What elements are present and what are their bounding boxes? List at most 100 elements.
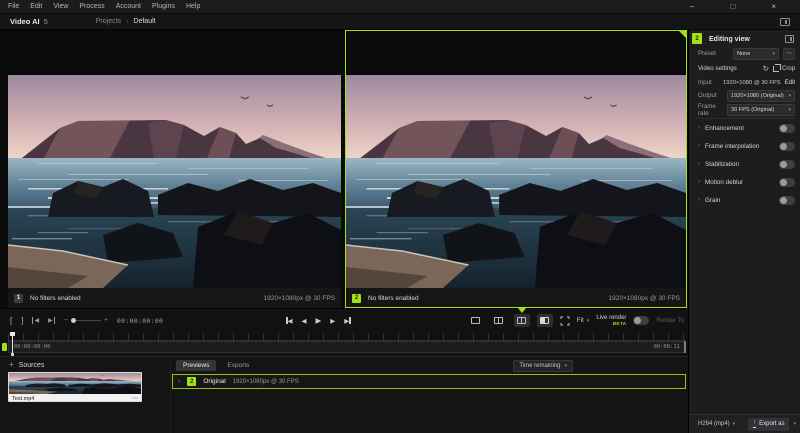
time-remaining-dropdown[interactable]: Time remaining ▾	[513, 360, 573, 372]
pane-footer-right: 2 No filters enabled 1920×1080px @ 30 FP…	[346, 288, 686, 308]
skip-start-icon[interactable]: ◀	[286, 317, 293, 325]
clip-color-chip	[2, 343, 7, 351]
chevron-right-icon: ›	[698, 125, 700, 131]
play-icon[interactable]: ▶	[316, 316, 322, 325]
tab-previews[interactable]: Previews	[176, 360, 216, 371]
preset-select[interactable]: None ▾	[733, 48, 779, 60]
frame-interpolation-toggle[interactable]	[779, 142, 795, 151]
chevron-down-icon: ▾	[788, 93, 791, 99]
chevron-down-icon: ▾	[733, 421, 736, 427]
menu-help[interactable]: Help	[186, 3, 200, 10]
stabilization-toggle[interactable]	[779, 160, 795, 169]
frame-rate-select[interactable]: 30 FPS (Original) ▾	[727, 104, 795, 116]
menu-account[interactable]: Account	[116, 3, 141, 10]
split-view-icon[interactable]	[491, 314, 507, 327]
bottom-panel: + Sources	[0, 356, 688, 433]
menu-file[interactable]: File	[8, 3, 19, 10]
breadcrumb-current[interactable]: Default	[133, 18, 155, 25]
title-bar: Video AI 5 Projects › Default	[0, 14, 800, 30]
live-render-label-group: Live render BETA	[596, 315, 626, 327]
filter-section-frame-interpolation[interactable]: › Frame interpolation	[689, 139, 800, 153]
breadcrumb-separator: ›	[126, 18, 128, 25]
live-render-toggle[interactable]	[633, 316, 649, 325]
right-panel-toggle-icon[interactable]	[780, 18, 790, 26]
chevron-right-icon[interactable]: ›	[178, 378, 180, 385]
side-by-side-view-icon[interactable]	[514, 314, 530, 327]
set-out-point-button[interactable]: ]	[21, 316, 23, 325]
motion-deblur-toggle[interactable]	[779, 178, 795, 187]
go-to-out-icon[interactable]: ▶	[48, 317, 55, 324]
plus-icon: +	[104, 317, 108, 324]
slider-knob[interactable]	[71, 318, 76, 323]
filter-section-motion-deblur[interactable]: › Motion deblur	[689, 175, 800, 189]
timeline-zoom-slider[interactable]: − +	[64, 317, 108, 324]
timeline-ruler[interactable]	[8, 333, 686, 341]
fullscreen-icon[interactable]	[560, 316, 570, 326]
more-icon[interactable]: ⋯	[132, 395, 138, 402]
menu-process[interactable]: Process	[79, 3, 104, 10]
editing-view-title: Editing view	[709, 36, 750, 43]
window-minimize-icon[interactable]: –	[690, 0, 694, 14]
menu-plugins[interactable]: Plugins	[152, 3, 175, 10]
beta-badge: BETA	[613, 322, 627, 327]
window-maximize-icon[interactable]: □	[730, 0, 735, 14]
filter-section-grain[interactable]: › Grain	[689, 193, 800, 207]
source-card[interactable]: Test.mp4 ⋯	[8, 372, 142, 402]
playhead[interactable]	[12, 332, 13, 355]
divider	[695, 118, 795, 119]
set-in-point-button[interactable]: [	[10, 316, 12, 325]
chevron-down-icon: ▾	[772, 51, 775, 57]
video-preview-right[interactable]	[346, 75, 686, 288]
timeline[interactable]: 00:00:00:00 00:00:11	[0, 332, 688, 356]
menu-view[interactable]: View	[53, 3, 68, 10]
pane-number-badge: 2	[352, 294, 361, 303]
skip-end-icon[interactable]: ▶	[344, 317, 351, 325]
export-bar: H264 (mp4) ▾ ↑ Export as ▾	[689, 414, 800, 433]
editing-panel: 2 Editing view Preset None ▾ ⋯ Video set…	[688, 30, 800, 433]
export-as-button[interactable]: ↑ Export as	[748, 418, 789, 431]
chevron-down-icon[interactable]: ▾	[793, 421, 796, 427]
output-label: Output	[698, 92, 717, 99]
menu-edit[interactable]: Edit	[30, 3, 42, 10]
edit-input-button[interactable]: Edit	[785, 80, 795, 86]
export-format-dropdown[interactable]: H264 (mp4) ▾	[698, 421, 735, 427]
step-back-icon[interactable]: ◀	[302, 317, 307, 325]
chevron-right-icon: ›	[698, 161, 700, 167]
minus-icon: −	[64, 317, 68, 324]
preset-more-button[interactable]: ⋯	[783, 48, 795, 60]
zoom-fit-dropdown[interactable]: Fit ▾	[577, 317, 590, 324]
timeline-track[interactable]: 00:00:00:00 00:00:11	[8, 341, 686, 353]
filter-section-enhancement[interactable]: › Enhancement	[689, 121, 800, 135]
breadcrumb-projects[interactable]: Projects	[96, 18, 121, 25]
frame-rate-label: Frame rate	[698, 103, 727, 117]
timeline-end-handle[interactable]	[684, 341, 686, 353]
video-preview-left[interactable]	[8, 75, 341, 288]
timeline-start-time: 00:00:00:00	[14, 344, 50, 350]
tab-exports[interactable]: Exports	[220, 360, 256, 371]
mountain-scene-image	[8, 75, 341, 288]
crop-button[interactable]: Crop	[773, 66, 795, 72]
current-timecode: 00:00:00:00	[117, 317, 163, 325]
output-select[interactable]: 1920×1080 (Original) ▾	[727, 90, 795, 102]
comparison-view-icon[interactable]	[537, 314, 553, 327]
enhancement-toggle[interactable]	[779, 124, 795, 133]
rotate-icon[interactable]: ↻	[763, 64, 769, 73]
pane-resolution-text: 1920×1080px @ 30 FPS	[609, 295, 680, 302]
go-to-in-icon[interactable]: ◀	[32, 317, 39, 324]
single-view-icon[interactable]	[468, 314, 484, 327]
filter-section-stabilization[interactable]: › Stabilization	[689, 157, 800, 171]
step-forward-icon[interactable]: ▶	[330, 317, 335, 325]
preview-list-row[interactable]: › 2 Original 1920×1080px @ 30 FPS	[172, 374, 686, 389]
window-close-icon[interactable]: ×	[771, 0, 776, 14]
chevron-down-icon: ▾	[587, 318, 590, 324]
pane-number-badge: 1	[14, 294, 23, 303]
crop-icon	[773, 66, 779, 72]
transport-toolbar: [ ] ◀ ▶ − + 00:00:00:00 ◀ ◀ ▶ ▶ ▶ Fit ▾ …	[0, 308, 688, 332]
collapse-panel-icon[interactable]	[785, 35, 794, 43]
breadcrumb: Projects › Default	[96, 18, 156, 25]
mountain-scene-image	[9, 373, 141, 394]
render-to-button[interactable]: Render To	[656, 318, 684, 324]
add-source-icon[interactable]: +	[9, 361, 14, 369]
pane-status-text: No filters enabled	[368, 295, 419, 302]
grain-toggle[interactable]	[779, 196, 795, 205]
